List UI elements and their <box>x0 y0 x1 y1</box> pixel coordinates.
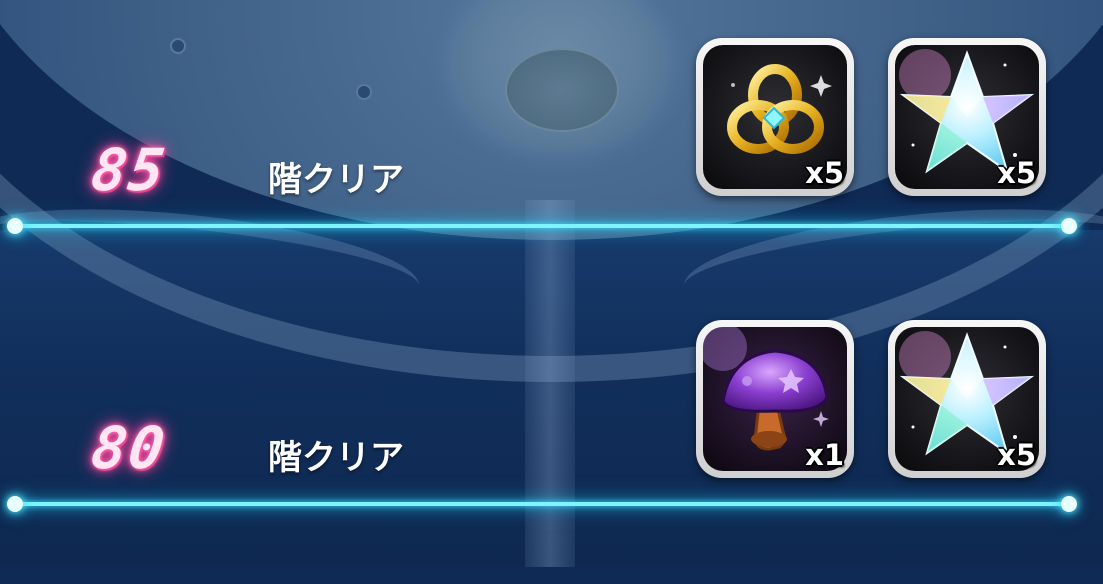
floor-clear-label: 階クリア <box>268 438 404 478</box>
reward-item-golden-rings[interactable]: x5 <box>696 38 854 196</box>
row-divider <box>14 502 1070 506</box>
divider-node-right <box>1061 218 1077 234</box>
reward-item-crystal-star[interactable]: x5 <box>888 320 1046 478</box>
divider-node-left <box>7 218 23 234</box>
reward-quantity: x5 <box>997 438 1036 472</box>
floor-number: 85 <box>87 136 171 204</box>
divider-node-right <box>1061 496 1077 512</box>
row-divider <box>14 224 1070 228</box>
reward-item-purple-mushroom[interactable]: x1 <box>696 320 854 478</box>
reward-quantity: x1 <box>805 438 844 472</box>
floor-number: 80 <box>87 414 171 482</box>
divider-node-left <box>7 496 23 512</box>
reward-quantity: x5 <box>997 156 1036 190</box>
reward-quantity: x5 <box>805 156 844 190</box>
floor-clear-label: 階クリア <box>268 160 404 200</box>
reward-item-crystal-star[interactable]: x5 <box>888 38 1046 196</box>
